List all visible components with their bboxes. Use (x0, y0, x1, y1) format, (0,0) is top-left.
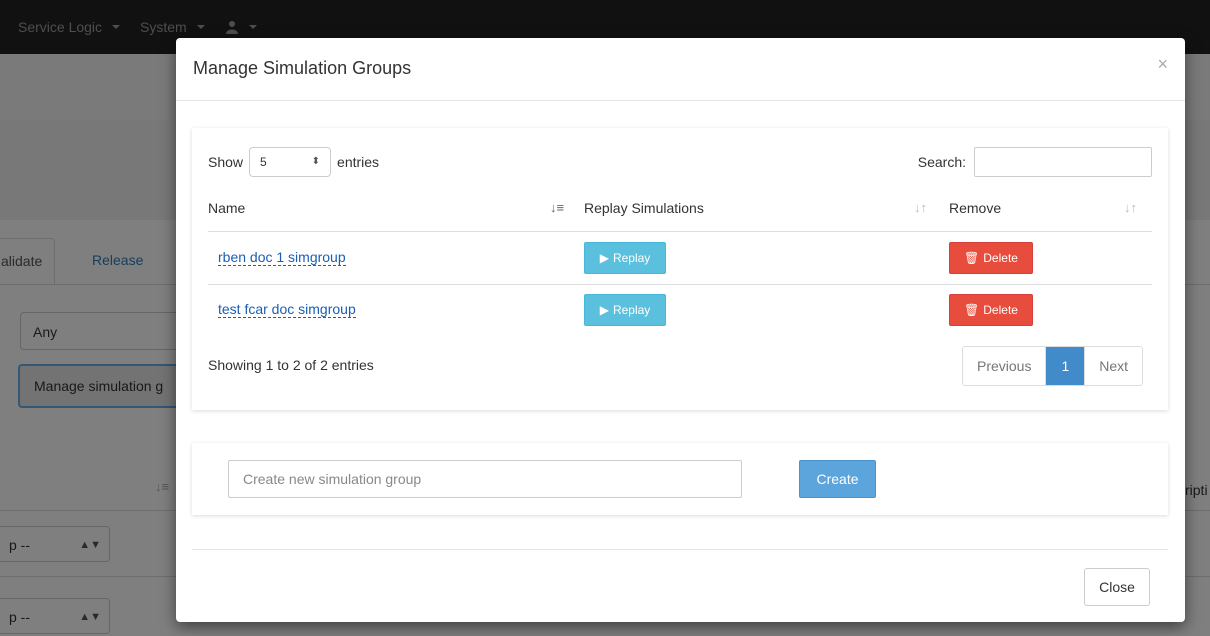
play-icon: ▶ (599, 251, 609, 265)
column-header-name[interactable]: Name (208, 200, 245, 216)
pagination: Previous 1 Next (962, 346, 1144, 386)
page-length-select[interactable]: 5 ⬍ (249, 147, 332, 177)
trash-icon: 🗑 (964, 251, 980, 265)
delete-label: Delete (983, 251, 1018, 265)
search-input[interactable] (974, 147, 1152, 177)
modal-title: Manage Simulation Groups (193, 58, 412, 78)
manage-simulation-groups-modal: Manage Simulation Groups × Show 5 ⬍ entr… (176, 38, 1185, 622)
table-search: Search: (918, 147, 1152, 177)
show-label: Show (208, 154, 244, 170)
replay-label: Replay (612, 303, 651, 317)
column-header-remove[interactable]: Remove (949, 200, 1001, 216)
close-button[interactable]: Close (1084, 568, 1150, 606)
column-header-replay[interactable]: Replay Simulations (584, 200, 704, 216)
delete-button[interactable]: 🗑 Delete (949, 294, 1033, 326)
create-group-panel: Create new simulation group Create (192, 443, 1168, 515)
page-length-control: Show 5 ⬍ entries (208, 147, 379, 177)
table-info: Showing 1 to 2 of 2 entries (208, 357, 374, 373)
search-label: Search: (917, 154, 966, 170)
pagination-page-1[interactable]: 1 (1045, 347, 1085, 385)
sort-icon: ↓↑ (914, 200, 927, 215)
replay-button[interactable]: ▶ Replay (584, 242, 666, 274)
simulation-group-link[interactable]: test fcar doc simgroup (218, 301, 356, 318)
replay-button[interactable]: ▶ Replay (584, 294, 666, 326)
modal-header: Manage Simulation Groups × (176, 38, 1185, 101)
delete-label: Delete (983, 303, 1018, 317)
updown-icon: ⬍ (311, 156, 321, 167)
row-divider (208, 284, 1152, 285)
new-group-name-input[interactable]: Create new simulation group (228, 460, 742, 498)
sort-icon: ↓↑ (1124, 200, 1137, 215)
play-icon: ▶ (599, 303, 609, 317)
replay-label: Replay (612, 251, 651, 265)
delete-button[interactable]: 🗑 Delete (949, 242, 1033, 274)
sort-asc-icon: ↓≡ (550, 200, 565, 215)
trash-icon: 🗑 (964, 303, 980, 317)
pagination-previous[interactable]: Previous (963, 347, 1046, 385)
simulation-groups-table-panel: Show 5 ⬍ entries Search: Name ↓≡ Replay … (192, 128, 1168, 410)
close-icon[interactable]: × (1157, 54, 1168, 75)
modal-footer-divider (192, 549, 1168, 550)
simulation-group-link[interactable]: rben doc 1 simgroup (218, 249, 346, 266)
header-divider (208, 231, 1152, 232)
entries-label: entries (337, 154, 380, 170)
pagination-next[interactable]: Next (1084, 347, 1143, 385)
page-length-value: 5 (260, 155, 267, 169)
create-button[interactable]: Create (799, 460, 876, 498)
